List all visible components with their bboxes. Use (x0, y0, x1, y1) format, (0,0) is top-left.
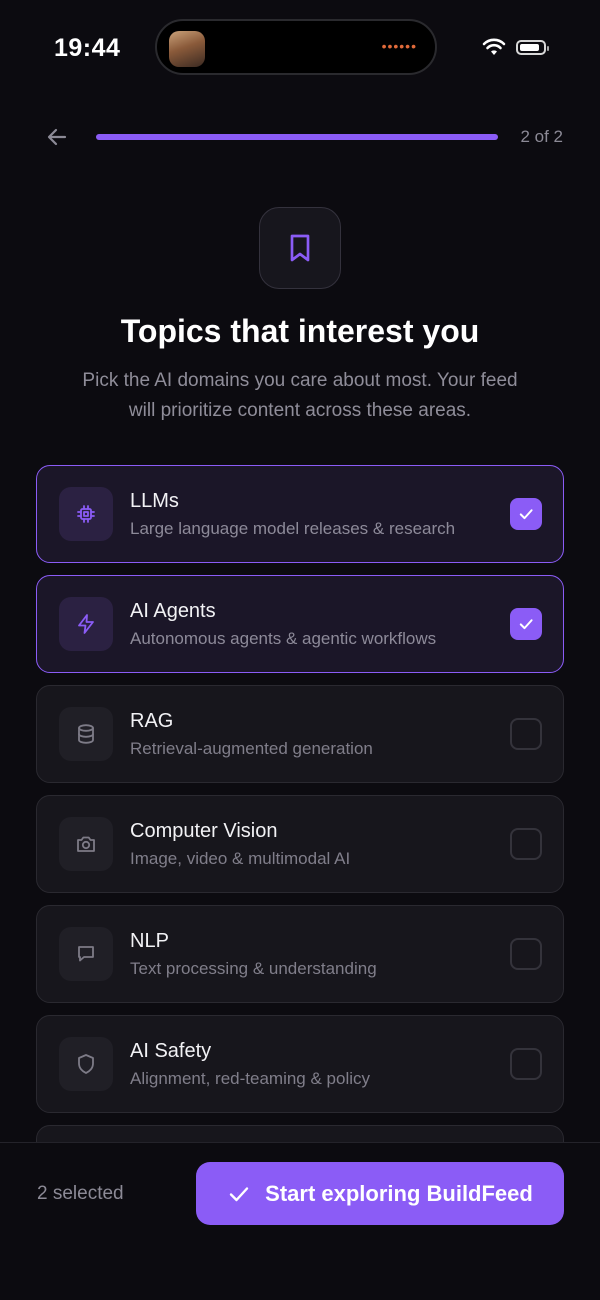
topic-card-llms[interactable]: LLMs Large language model releases & rese… (36, 465, 564, 563)
topic-icon-tile (59, 487, 113, 541)
topic-title: AI Safety (130, 1040, 212, 1062)
topic-card-more[interactable] (36, 1125, 564, 1142)
topic-list: LLMs Large language model releases & rese… (36, 465, 564, 1142)
lightning-icon (78, 614, 94, 634)
bottom-bar: 2 selected Start exploring BuildFeed (0, 1142, 600, 1300)
progress-bar (96, 134, 498, 140)
checkmark-icon (229, 1186, 249, 1201)
topic-title: NLP (130, 930, 169, 952)
topic-description: Autonomous agents & agentic workflows (130, 629, 437, 648)
topic-title: LLMs (130, 490, 179, 512)
chip-icon (77, 505, 95, 523)
checkmark-icon (519, 619, 533, 630)
topic-title: AI Agents (130, 600, 216, 622)
checkmark-icon (519, 509, 533, 520)
dynamic-island: •••••• (155, 19, 437, 75)
topic-description: Text processing & understanding (130, 959, 377, 978)
topic-icon-tile (59, 817, 113, 871)
start-exploring-button[interactable]: Start exploring BuildFeed (196, 1162, 564, 1225)
topic-title: RAG (130, 710, 174, 732)
topic-card-ai-agents[interactable]: AI Agents Autonomous agents & agentic wor… (36, 575, 564, 673)
topic-icon-tile (59, 597, 113, 651)
step-counter: 2 of 2 (520, 127, 563, 146)
topic-description: Retrieval-augmented generation (130, 739, 373, 758)
topic-card-nlp[interactable]: NLP Text processing & understanding (36, 905, 564, 1003)
topic-card-computer-vision[interactable]: Computer Vision Image, video & multimodal… (36, 795, 564, 893)
island-activity-icon: •••••• (381, 38, 417, 54)
topic-card-rag[interactable]: RAG Retrieval-augmented generation (36, 685, 564, 783)
wifi-icon (482, 38, 506, 55)
status-icons (482, 38, 549, 56)
arrow-left-icon (47, 128, 67, 146)
camera-icon (77, 836, 95, 852)
page-subtitle: Pick the AI domains you care about most.… (82, 370, 518, 421)
topic-description: Image, video & multimodal AI (130, 849, 351, 868)
topic-description: Alignment, red-teaming & policy (130, 1069, 371, 1088)
topic-checkbox[interactable] (510, 498, 542, 530)
selected-count: 2 selected (37, 1183, 124, 1204)
database-icon (78, 724, 94, 744)
topic-checkbox[interactable] (510, 718, 542, 750)
start-exploring-label: Start exploring BuildFeed (265, 1180, 533, 1206)
topic-icon-tile (59, 707, 113, 761)
topic-title: Computer Vision (130, 820, 278, 842)
back-button[interactable] (40, 120, 74, 154)
chat-bubble-icon (78, 946, 94, 962)
hero-icon-tile (259, 207, 341, 289)
topic-card-ai-safety[interactable]: AI Safety Alignment, red-teaming & policy (36, 1015, 564, 1113)
progress-fill (96, 134, 498, 140)
topic-icon-tile (59, 927, 113, 981)
battery-icon (516, 39, 549, 55)
status-time: 19:44 (54, 34, 121, 62)
topic-checkbox[interactable] (510, 1048, 542, 1080)
bookmark-icon (290, 234, 310, 262)
status-bar: 19:44 •••••• (0, 0, 600, 96)
topic-checkbox[interactable] (510, 608, 542, 640)
topic-checkbox[interactable] (510, 828, 542, 860)
shield-icon (78, 1054, 94, 1074)
topic-icon-tile (59, 1037, 113, 1091)
island-avatar (169, 31, 205, 67)
topic-description: Large language model releases & research (130, 519, 456, 538)
page-title: Topics that interest you (120, 313, 480, 349)
topic-checkbox[interactable] (510, 938, 542, 970)
